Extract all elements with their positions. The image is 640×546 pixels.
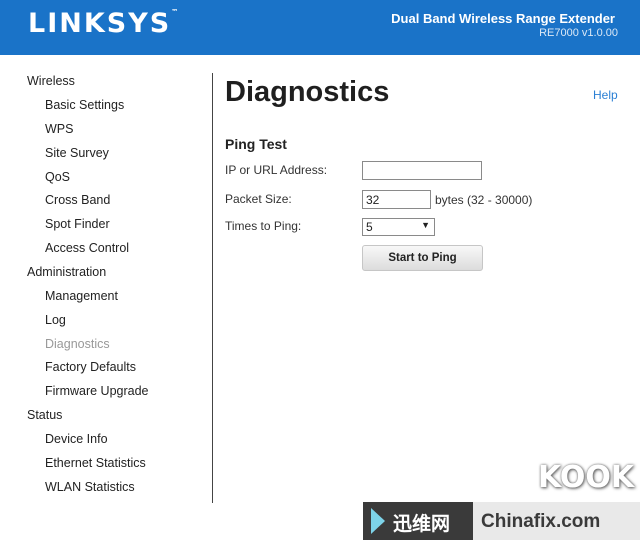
nav-item-ethernet-statistics[interactable]: Ethernet Statistics	[45, 456, 146, 470]
help-link[interactable]: Help	[593, 88, 618, 102]
watermark-left-panel: 迅维网	[363, 502, 473, 540]
nav-group-wireless[interactable]: Wireless	[27, 74, 75, 88]
times-to-ping-label: Times to Ping:	[225, 219, 302, 233]
nav-item-firmware-upgrade[interactable]: Firmware Upgrade	[45, 384, 149, 398]
nav-item-access-control[interactable]: Access Control	[45, 241, 129, 255]
packet-size-input[interactable]	[362, 190, 431, 209]
ip-address-input[interactable]	[362, 161, 482, 180]
nav-item-qos[interactable]: QoS	[45, 170, 70, 184]
firmware-version: RE7000 v1.0.00	[539, 27, 618, 39]
section-title-ping-test: Ping Test	[225, 136, 287, 152]
nav-item-wlan-statistics[interactable]: WLAN Statistics	[45, 480, 135, 494]
times-to-ping-select[interactable]: 5 ▼	[362, 218, 435, 236]
nav-item-management[interactable]: Management	[45, 289, 118, 303]
start-to-ping-button[interactable]: Start to Ping	[362, 245, 483, 271]
dropdown-arrow-icon: ▼	[421, 220, 430, 230]
packet-size-label: Packet Size:	[225, 192, 292, 206]
nav-group-administration[interactable]: Administration	[27, 265, 106, 279]
nav-item-diagnostics[interactable]: Diagnostics	[45, 337, 110, 351]
kook-watermark: KOOK	[538, 460, 635, 495]
watermark-banner: 迅维网 Chinafix.com	[363, 502, 640, 546]
nav-item-factory-defaults[interactable]: Factory Defaults	[45, 360, 136, 374]
times-to-ping-value: 5	[366, 220, 373, 234]
product-name: Dual Band Wireless Range Extender	[391, 11, 615, 26]
nav-item-site-survey[interactable]: Site Survey	[45, 146, 109, 160]
nav-item-basic-settings[interactable]: Basic Settings	[45, 98, 124, 112]
nav-item-spot-finder[interactable]: Spot Finder	[45, 217, 110, 231]
linksys-logo: LINKSYS™	[28, 8, 179, 39]
sidebar-divider	[212, 73, 213, 503]
nav-item-wps[interactable]: WPS	[45, 122, 73, 136]
play-arrow-icon	[371, 508, 385, 534]
nav-group-status[interactable]: Status	[27, 408, 62, 422]
watermark-right-panel: Chinafix.com	[473, 502, 640, 540]
packet-size-hint: bytes (32 - 30000)	[435, 193, 533, 207]
watermark-site-text: Chinafix.com	[481, 511, 601, 532]
watermark-cn-text: 迅维网	[393, 513, 451, 535]
nav-item-log[interactable]: Log	[45, 313, 66, 327]
nav-item-device-info[interactable]: Device Info	[45, 432, 108, 446]
ip-address-label: IP or URL Address:	[225, 163, 328, 177]
nav-item-cross-band[interactable]: Cross Band	[45, 193, 110, 207]
top-header-bar: LINKSYS™ Dual Band Wireless Range Extend…	[0, 0, 640, 55]
page-title: Diagnostics	[225, 76, 390, 108]
